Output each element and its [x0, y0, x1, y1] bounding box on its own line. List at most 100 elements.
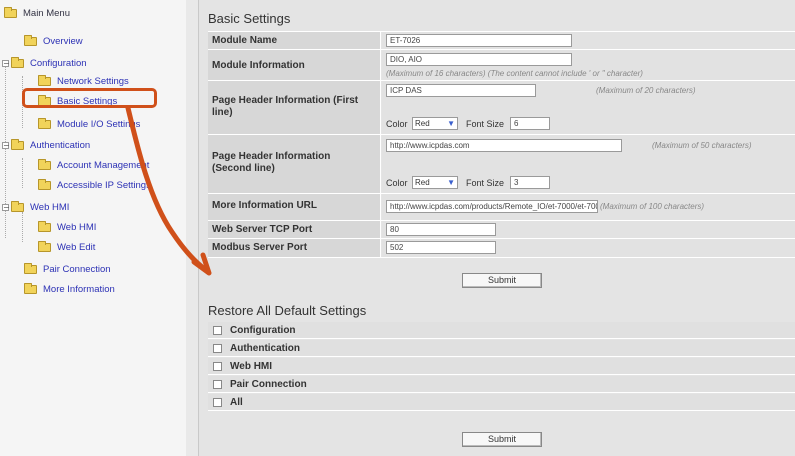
menu-item-label: Configuration	[30, 57, 87, 69]
modbus-server-port-label: Modbus Server Port	[208, 239, 381, 257]
restore-option-configuration[interactable]: Configuration	[208, 322, 795, 339]
module-information-hint: (Maximum of 16 characters) (The content …	[386, 69, 643, 78]
checkbox[interactable]	[213, 326, 222, 335]
menu-item-overview[interactable]: Overview	[24, 34, 83, 48]
color-label: Color	[386, 178, 408, 188]
more-information-url-input[interactable]: http://www.icpdas.com/products/Remote_IO…	[386, 200, 598, 213]
menu-item-label: More Information	[43, 283, 115, 295]
color-select-value: Red	[415, 119, 430, 128]
font-size-input-first-line[interactable]: 6	[510, 117, 550, 130]
page-header-first-line-input[interactable]: ICP DAS	[386, 84, 536, 97]
menu-item-label: Account Management	[57, 159, 150, 171]
module-information-label: Module Information	[208, 50, 381, 80]
basic-settings-submit-button[interactable]: Submit	[462, 273, 542, 288]
folder-icon	[38, 220, 51, 232]
row-web-server-tcp-port: Web Server TCP Port 80	[208, 221, 795, 239]
restore-option-all[interactable]: All	[208, 394, 795, 411]
folder-icon	[24, 34, 37, 46]
menu-item-web-hmi[interactable]: Web HMI	[38, 220, 96, 234]
row-module-name: Module Name ET-7026	[208, 32, 795, 50]
web-server-tcp-port-label: Web Server TCP Port	[208, 221, 381, 238]
collapse-icon[interactable]: −	[2, 141, 10, 149]
folder-icon	[38, 240, 51, 252]
module-information-input[interactable]: DIO, AIO	[386, 53, 572, 66]
color-select-value: Red	[415, 178, 430, 187]
menu-main-label: Main Menu	[23, 7, 70, 19]
font-size-label: Font Size	[466, 178, 505, 188]
page-header-second-line-input[interactable]: http://www.icpdas.com	[386, 139, 622, 152]
restore-option-label: Pair Connection	[230, 379, 307, 390]
page-header-first-line-label: Page Header Information (First line)	[208, 81, 381, 134]
folder-icon	[4, 6, 17, 18]
restore-option-authentication[interactable]: Authentication	[208, 340, 795, 357]
font-size-label: Font Size	[466, 119, 505, 129]
menu-item-label: Accessible IP Settings	[57, 179, 151, 191]
restore-defaults-submit-button[interactable]: Submit	[462, 432, 542, 447]
menu-item-label: Module I/O Settings	[57, 118, 141, 130]
folder-icon	[24, 262, 37, 274]
restore-option-label: All	[230, 397, 243, 408]
menu-item-label: Overview	[43, 35, 83, 47]
menu-item-more-information[interactable]: More Information	[24, 282, 115, 296]
folder-icon	[11, 200, 24, 212]
page-header-first-line-hint: (Maximum of 20 characters)	[596, 86, 696, 95]
row-page-header-second-line: Page Header Information (Second line) ht…	[208, 135, 795, 194]
checkbox[interactable]	[213, 398, 222, 407]
main-menu-sidebar: Main Menu Overview − Configuration Netwo…	[0, 0, 187, 456]
menu-item-accessible-ip-settings[interactable]: Accessible IP Settings	[38, 178, 151, 192]
menu-item-label: Authentication	[30, 139, 91, 151]
modbus-server-port-input[interactable]: 502	[386, 241, 496, 254]
menu-item-label: Pair Connection	[43, 263, 111, 275]
menu-item-module-io-settings[interactable]: Module I/O Settings	[38, 117, 140, 131]
menu-item-web-edit[interactable]: Web Edit	[38, 240, 95, 254]
restore-option-label: Authentication	[230, 343, 300, 354]
highlight-box	[22, 88, 157, 108]
module-name-label: Module Name	[208, 32, 381, 49]
folder-icon	[38, 158, 51, 170]
menu-main[interactable]: Main Menu	[4, 6, 70, 20]
color-label: Color	[386, 119, 408, 129]
menu-item-label: Web HMI	[30, 201, 70, 213]
menu-item-authentication[interactable]: − Authentication	[2, 138, 90, 152]
frame-divider[interactable]	[186, 0, 199, 456]
row-module-information: Module Information DIO, AIO (Maximum of …	[208, 50, 795, 81]
row-more-information-url: More Information URL http://www.icpdas.c…	[208, 194, 795, 221]
more-information-url-hint: (Maximum of 100 characters)	[600, 202, 705, 211]
folder-icon	[38, 178, 51, 190]
folder-icon	[11, 138, 24, 150]
font-size-input-second-line[interactable]: 3	[510, 176, 550, 189]
row-modbus-server-port: Modbus Server Port 502	[208, 239, 795, 258]
chevron-down-icon: ▼	[447, 119, 455, 128]
more-information-url-label: More Information URL	[208, 194, 381, 220]
folder-icon	[38, 74, 51, 86]
web-server-tcp-port-input[interactable]: 80	[386, 223, 496, 236]
restore-defaults-title: Restore All Default Settings	[208, 303, 367, 318]
menu-item-label: Network Settings	[57, 75, 129, 87]
checkbox[interactable]	[213, 344, 222, 353]
color-select-first-line[interactable]: Red ▼	[412, 117, 458, 130]
restore-option-label: Configuration	[230, 325, 296, 336]
collapse-icon[interactable]: −	[2, 203, 10, 211]
folder-icon	[11, 56, 24, 68]
restore-option-web-hmi[interactable]: Web HMI	[208, 358, 795, 375]
menu-item-pair-connection[interactable]: Pair Connection	[24, 262, 111, 276]
menu-item-account-management[interactable]: Account Management	[38, 158, 149, 172]
menu-item-configuration[interactable]: − Configuration	[2, 56, 87, 70]
folder-icon	[24, 282, 37, 294]
menu-item-label: Web HMI	[57, 221, 97, 233]
menu-item-label: Web Edit	[57, 241, 96, 253]
basic-settings-title: Basic Settings	[208, 11, 291, 26]
basic-settings-form: Module Name ET-7026 Module Information D…	[208, 31, 795, 259]
page-header-second-line-hint: (Maximum of 50 characters)	[652, 141, 752, 150]
collapse-icon[interactable]: −	[2, 59, 10, 67]
folder-icon	[38, 117, 51, 129]
restore-option-pair-connection[interactable]: Pair Connection	[208, 376, 795, 393]
page-header-second-line-label: Page Header Information (Second line)	[208, 135, 381, 193]
menu-item-web-hmi-group[interactable]: − Web HMI	[2, 200, 69, 214]
color-select-second-line[interactable]: Red ▼	[412, 176, 458, 189]
menu-item-network-settings[interactable]: Network Settings	[38, 74, 129, 88]
checkbox[interactable]	[213, 380, 222, 389]
checkbox[interactable]	[213, 362, 222, 371]
module-name-input[interactable]: ET-7026	[386, 34, 572, 47]
restore-option-label: Web HMI	[230, 361, 273, 372]
